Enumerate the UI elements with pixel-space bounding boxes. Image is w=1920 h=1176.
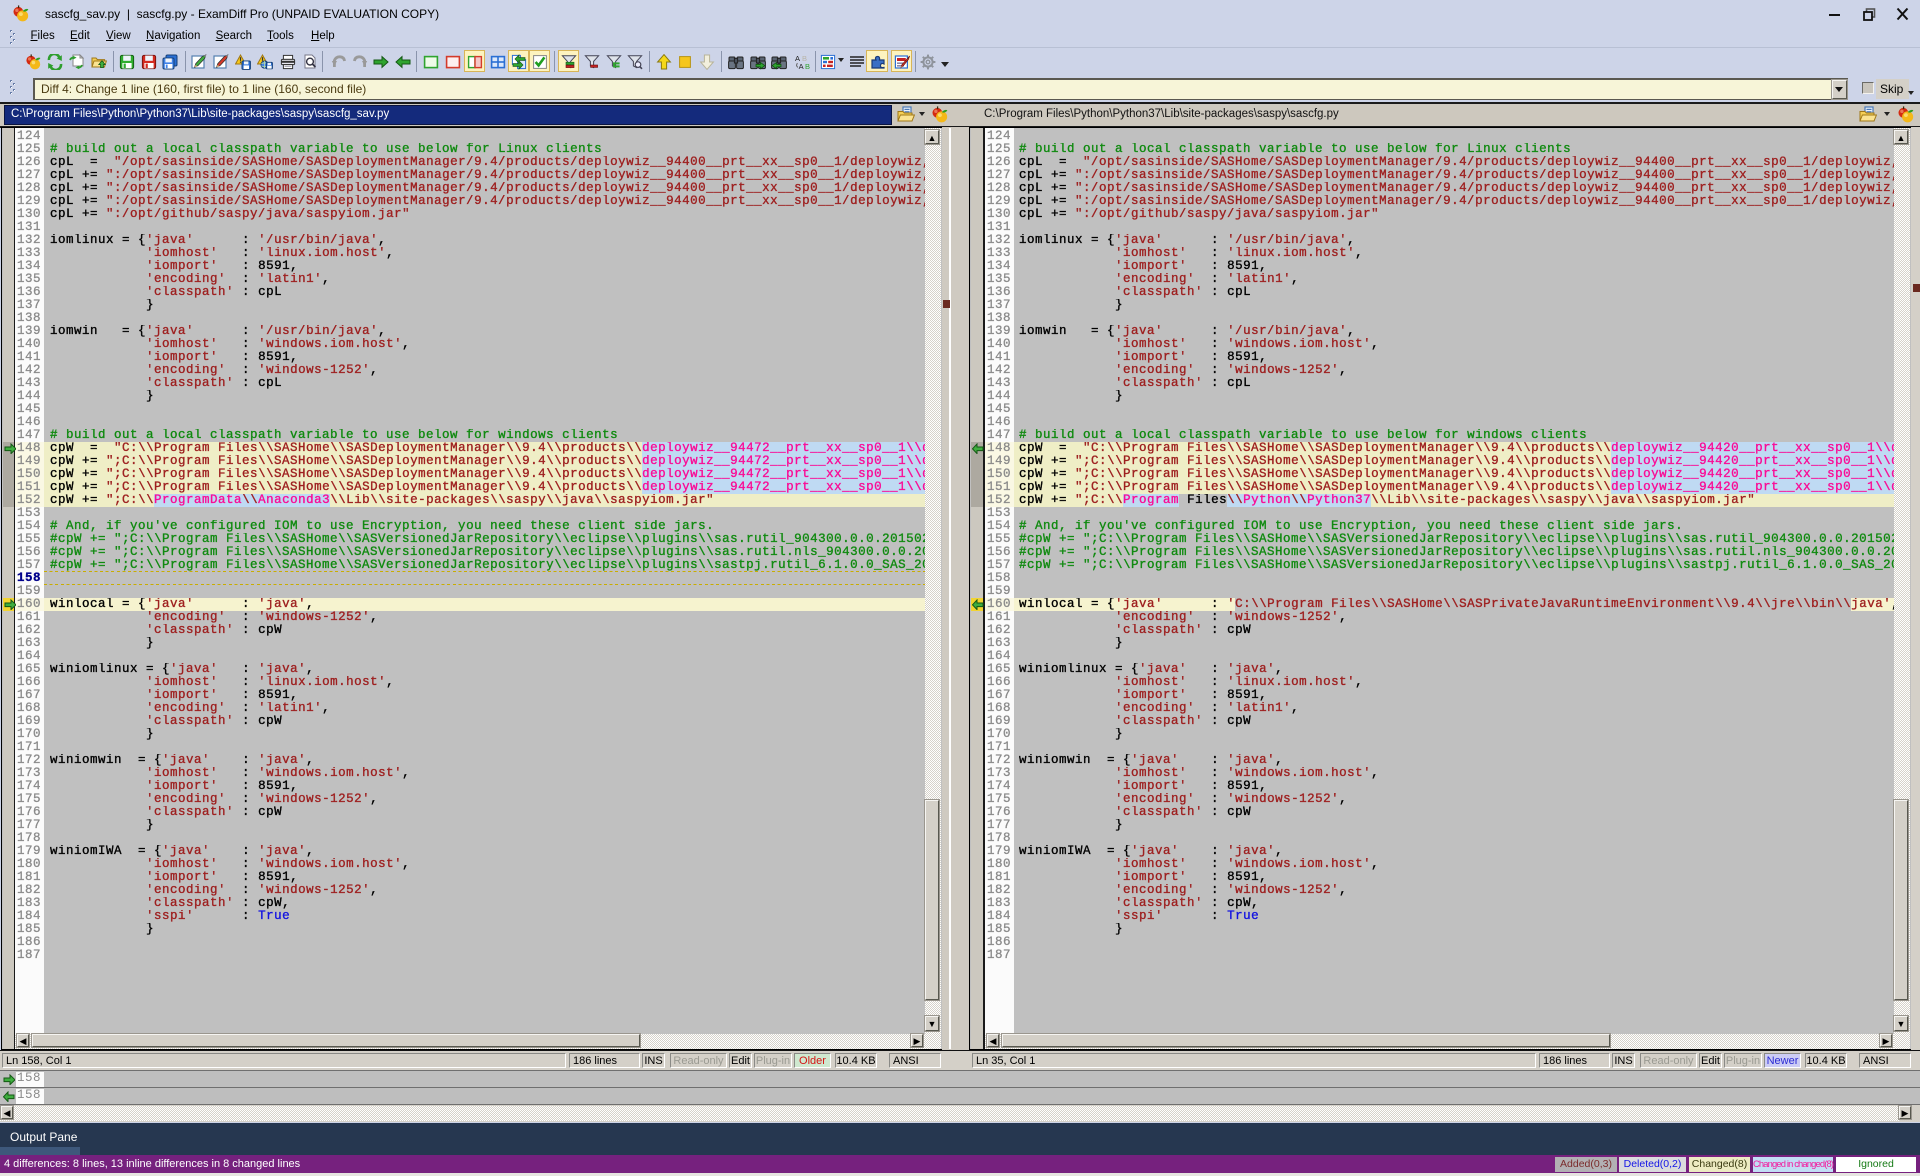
svg-text:B: B bbox=[805, 62, 810, 70]
svg-text:A: A bbox=[798, 62, 803, 70]
